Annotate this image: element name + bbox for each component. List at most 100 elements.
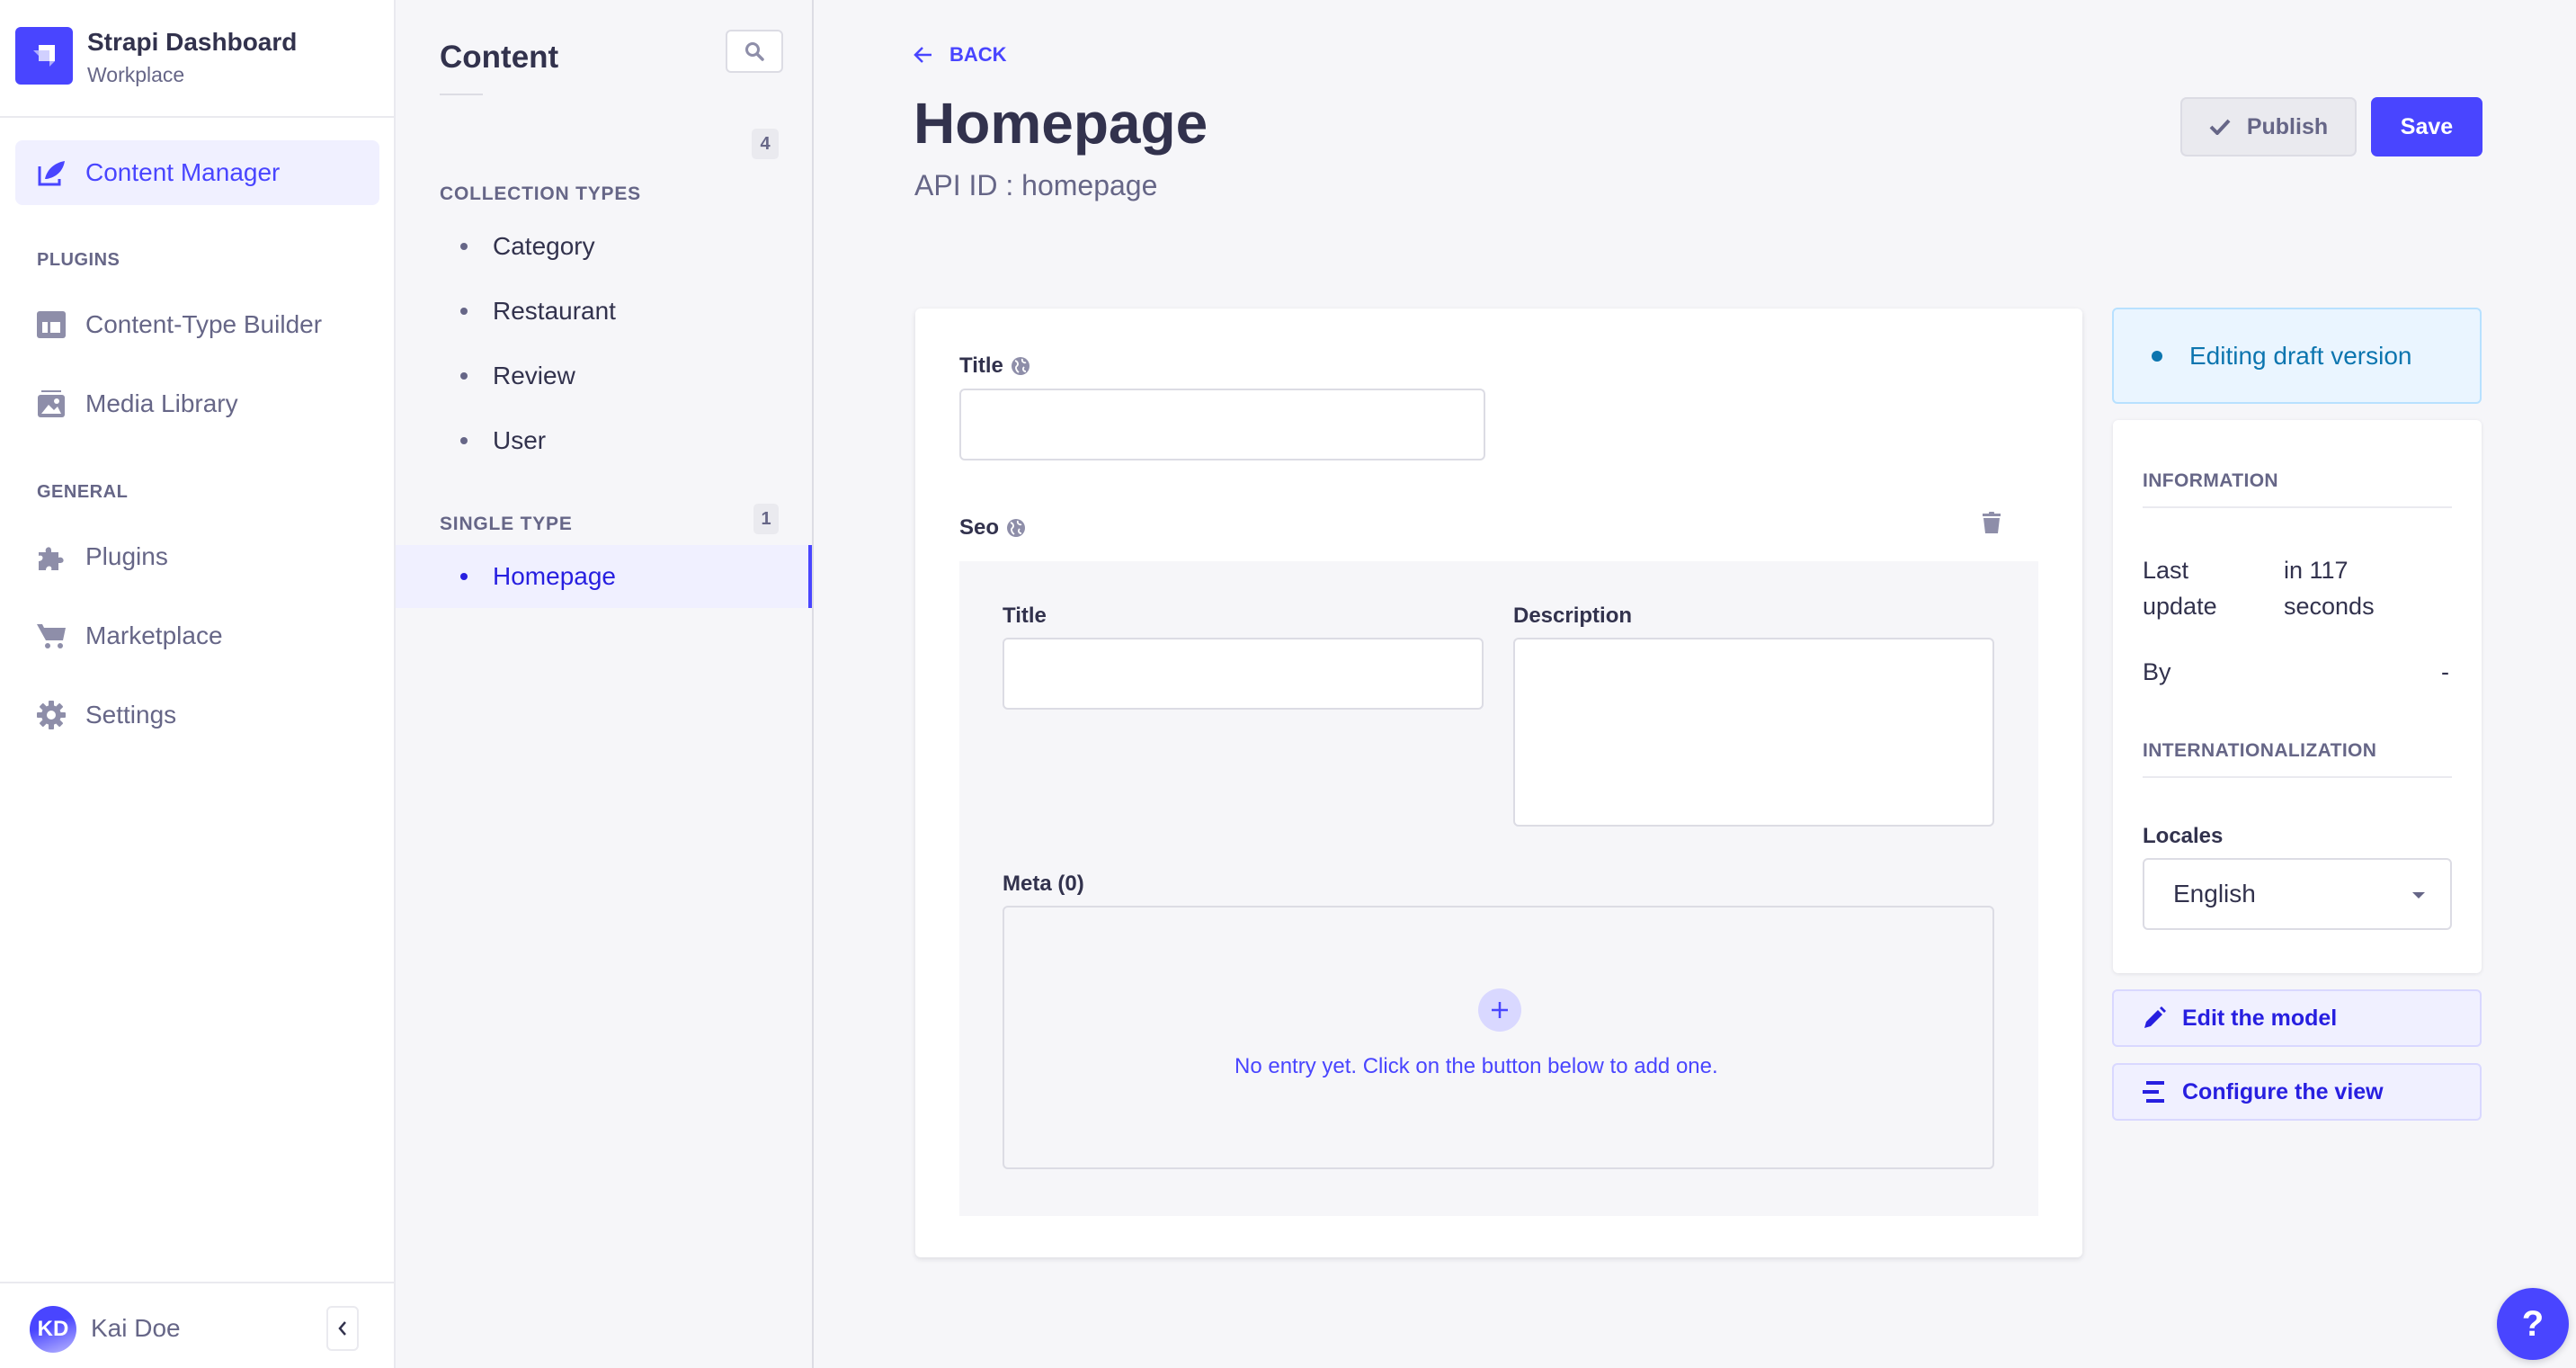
app-title: Strapi Dashboard	[87, 28, 298, 56]
back-label: BACK	[949, 43, 1007, 66]
last-update-value: in 117 seconds	[2284, 557, 2375, 620]
user-avatar[interactable]: KD	[30, 1306, 76, 1353]
chevron-left-icon	[338, 1321, 346, 1336]
subnav-item-label: Review	[493, 362, 575, 389]
single-type-heading: SINGLE TYPE	[440, 514, 573, 534]
add-meta-button[interactable]	[1478, 988, 1521, 1032]
publish-button[interactable]: Publish	[2180, 97, 2357, 156]
status-dot-icon	[2152, 350, 2162, 362]
nav-section-plugins: PLUGINS	[37, 250, 120, 270]
meta-empty-state: No entry yet. Click on the button below …	[1003, 906, 1994, 1169]
gear-icon	[35, 699, 67, 731]
seo-title-input[interactable]	[1003, 638, 1484, 710]
meta-empty-text: No entry yet. Click on the button below …	[1235, 1054, 1718, 1078]
draft-status-banner: Editing draft version	[2112, 308, 2482, 404]
locale-select[interactable]: English	[2143, 858, 2452, 930]
trash-icon	[1983, 512, 2001, 533]
edit-form-card: Title Seo Title Description Meta (0) No …	[915, 308, 2082, 1257]
last-update-label: Last update	[2143, 557, 2217, 620]
main-nav: Strapi Dashboard Workplace Content Manag…	[0, 0, 396, 1368]
help-button[interactable]: ?	[2497, 1288, 2569, 1360]
subnav-item-label: Category	[493, 232, 595, 260]
nav-item-media-library[interactable]: Media Library	[15, 371, 379, 436]
user-name[interactable]: Kai Doe	[91, 1314, 181, 1343]
nav-item-marketplace[interactable]: Marketplace	[15, 604, 379, 668]
information-card: INFORMATION Last update in 117 seconds B…	[2113, 420, 2482, 973]
divider	[2143, 776, 2452, 778]
nav-item-label: Content Manager	[85, 158, 281, 186]
divider	[0, 1282, 396, 1283]
list-settings-icon	[2143, 1081, 2164, 1103]
nav-item-label: Media Library	[85, 389, 238, 417]
edit-model-label: Edit the model	[2182, 1005, 2338, 1031]
plus-icon	[1492, 1002, 1508, 1018]
nav-item-label: Marketplace	[85, 621, 223, 649]
back-link[interactable]: BACK	[914, 43, 1007, 67]
title-input[interactable]	[959, 389, 1485, 460]
draft-status-text: Editing draft version	[2189, 341, 2412, 370]
puzzle-icon	[35, 541, 67, 573]
nav-item-label: Content-Type Builder	[85, 310, 323, 338]
bullet-icon	[460, 243, 468, 250]
globe-icon	[1007, 519, 1026, 537]
divider	[0, 116, 396, 118]
save-button[interactable]: Save	[2371, 97, 2482, 156]
strapi-logo-icon	[15, 27, 73, 85]
nav-item-plugins[interactable]: Plugins	[15, 524, 379, 589]
seo-label-text: Seo	[959, 515, 1000, 540]
arrow-left-icon	[914, 47, 931, 63]
bullet-icon	[460, 308, 468, 315]
bullet-icon	[460, 437, 468, 444]
nav-item-content-type-builder[interactable]: Content-Type Builder	[15, 292, 379, 357]
page-title: Homepage	[914, 91, 1208, 156]
seo-description-textarea[interactable]	[1513, 638, 1994, 827]
configure-view-label: Configure the view	[2182, 1078, 2384, 1104]
content-subnav: Content COLLECTION TYPES 4 Category Rest…	[396, 0, 814, 1368]
locale-selected: English	[2173, 880, 2256, 908]
pencil-icon	[2144, 1006, 2166, 1028]
configure-view-button[interactable]: Configure the view	[2112, 1063, 2482, 1121]
subnav-title: Content	[440, 40, 559, 75]
title-field-label: Title	[959, 353, 1030, 379]
check-icon	[2209, 119, 2231, 135]
by-label: By	[2143, 658, 2171, 685]
collection-types-count: 4	[752, 129, 779, 159]
feather-icon	[35, 156, 67, 189]
by-value: -	[2441, 658, 2449, 685]
workspace-name: Workplace	[87, 63, 185, 86]
nav-item-content-manager[interactable]: Content Manager	[15, 140, 379, 205]
subnav-item-category[interactable]: Category	[396, 215, 812, 278]
subnav-item-review[interactable]: Review	[396, 344, 812, 407]
search-icon	[745, 42, 764, 61]
meta-label: Meta (0)	[1003, 872, 1084, 896]
cart-icon	[35, 620, 67, 652]
delete-seo-button[interactable]	[1982, 512, 2001, 540]
nav-item-label: Plugins	[85, 542, 168, 570]
title-label-text: Title	[959, 353, 1003, 378]
collection-types-heading: COLLECTION TYPES	[440, 183, 641, 204]
subnav-item-user[interactable]: User	[396, 409, 812, 472]
layout-icon	[35, 308, 67, 341]
seo-field-label: Seo	[959, 515, 1026, 541]
bullet-icon	[460, 573, 468, 580]
globe-icon	[1011, 357, 1030, 375]
single-type-count: 1	[753, 504, 779, 534]
publish-label: Publish	[2246, 113, 2329, 139]
nav-section-general: GENERAL	[37, 482, 129, 502]
subnav-item-homepage[interactable]: Homepage	[396, 545, 812, 608]
seo-title-label: Title	[1003, 604, 1047, 628]
image-icon	[35, 388, 67, 420]
information-heading: INFORMATION	[2143, 470, 2278, 491]
caret-down-icon	[2412, 892, 2425, 899]
nav-item-settings[interactable]: Settings	[15, 683, 379, 747]
subnav-item-restaurant[interactable]: Restaurant	[396, 280, 812, 343]
seo-description-label: Description	[1513, 604, 1633, 628]
nav-item-label: Settings	[85, 701, 177, 729]
subnav-item-label: User	[493, 426, 547, 454]
search-button[interactable]	[726, 30, 783, 73]
divider	[2143, 506, 2452, 508]
edit-model-button[interactable]: Edit the model	[2112, 989, 2482, 1047]
collapse-nav-button[interactable]	[326, 1306, 359, 1351]
seo-component: Title Description Meta (0) No entry yet.…	[959, 561, 2038, 1216]
subnav-item-label: Restaurant	[493, 297, 616, 325]
